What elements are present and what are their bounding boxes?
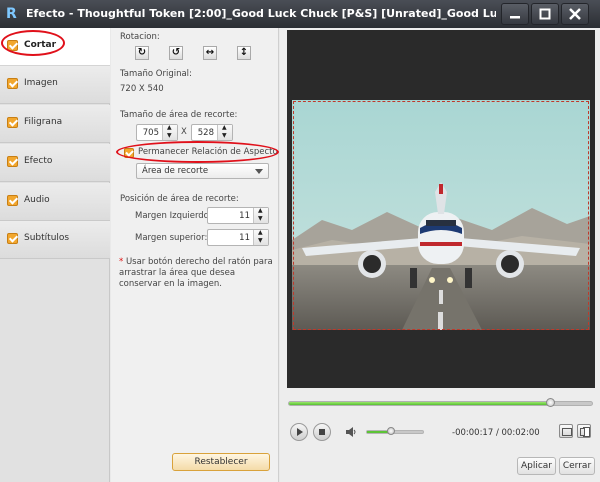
chevron-down-icon: [250, 164, 268, 178]
maximize-icon: [539, 8, 551, 20]
seek-bar-fill: [289, 402, 550, 405]
filigrana-checkbox[interactable]: [7, 117, 18, 128]
crop-area-select-value: Área de recorte: [142, 166, 209, 176]
single-view-button[interactable]: [559, 424, 573, 438]
sidebar-item-efecto[interactable]: Efecto: [0, 144, 110, 182]
crop-frame[interactable]: [293, 101, 589, 330]
efecto-checkbox[interactable]: [7, 156, 18, 167]
size-separator: X: [181, 127, 187, 137]
crop-width-stepper[interactable]: 705: [136, 124, 178, 141]
split-view-button[interactable]: [577, 424, 591, 438]
sidebar-item-subtitulos[interactable]: Subtítulos: [0, 221, 110, 259]
seek-bar[interactable]: [288, 398, 593, 407]
top-margin-value: 11: [239, 233, 250, 243]
close-button[interactable]: [561, 3, 589, 25]
flip-horizontal-button[interactable]: ↔: [203, 46, 217, 60]
highlight-ellipse: [1, 30, 65, 56]
stop-button[interactable]: [313, 423, 331, 441]
flip-vertical-icon: ↕: [239, 47, 249, 58]
apply-button[interactable]: Aplicar: [517, 457, 556, 475]
stepper-arrows-icon[interactable]: [253, 207, 268, 223]
rotation-label: Rotacion:: [120, 32, 160, 42]
subtitulos-checkbox[interactable]: [7, 233, 18, 244]
left-margin-stepper[interactable]: 11: [207, 207, 269, 224]
crop-width-value: 705: [142, 128, 159, 138]
rotate-cw-icon: ↻: [137, 47, 147, 58]
seek-handle[interactable]: [545, 398, 555, 407]
sidebar-item-label: Imagen: [24, 78, 58, 88]
crop-position-label: Posición de área de recorte:: [120, 194, 239, 204]
volume-handle[interactable]: [386, 427, 395, 435]
crop-height-value: 528: [197, 128, 214, 138]
sidebar-item-label: Audio: [24, 195, 50, 205]
crop-settings-panel: Rotacion: ↻ ↺ ↔ ↕ Tamaño Original: 720 X…: [111, 28, 279, 482]
stepper-arrows-icon[interactable]: [217, 124, 232, 140]
reset-button[interactable]: Restablecer: [172, 453, 270, 471]
sidebar-item-label: Filigrana: [24, 117, 63, 127]
crop-area-size-label: Tamaño de área de recorte:: [120, 110, 238, 120]
original-size-label: Tamaño Original:: [120, 69, 192, 79]
rotate-ccw-icon: ↺: [171, 47, 181, 58]
left-margin-value: 11: [239, 211, 250, 221]
audio-checkbox[interactable]: [7, 195, 18, 206]
play-button[interactable]: [290, 423, 308, 441]
close-dialog-button[interactable]: Cerrar: [559, 457, 595, 475]
rotate-cw-button[interactable]: ↻: [135, 46, 149, 60]
top-margin-label: Margen superior:: [135, 233, 208, 243]
app-logo-icon: R: [6, 6, 17, 22]
sidebar-item-label: Efecto: [24, 156, 53, 166]
title-bar: R Efecto - Thoughtful Token [2:00]_Good …: [0, 0, 600, 28]
highlight-ellipse: [116, 141, 279, 163]
note-text: Usar botón derecho del ratón para arrast…: [119, 257, 273, 289]
window-title: Efecto - Thoughtful Token [2:00]_Good Lu…: [26, 7, 496, 20]
maximize-button[interactable]: [531, 3, 559, 25]
top-margin-stepper[interactable]: 11: [207, 229, 269, 246]
original-size-value: 720 X 540: [120, 84, 164, 94]
sidebar-item-filigrana[interactable]: Filigrana: [0, 105, 110, 143]
crop-hint-note: * Usar botón derecho del ratón para arra…: [119, 257, 273, 290]
close-icon: [569, 8, 581, 20]
sidebar-item-label: Subtítulos: [24, 233, 70, 243]
preview-area: -00:00:17 / 00:02:00 Aplicar Cerrar: [280, 28, 600, 482]
flip-vertical-button[interactable]: ↕: [237, 46, 251, 60]
volume-slider[interactable]: [366, 427, 424, 435]
crop-height-stepper[interactable]: 528: [191, 124, 233, 141]
note-star: *: [119, 257, 124, 267]
sidebar-item-imagen[interactable]: Imagen: [0, 66, 110, 104]
time-display: -00:00:17 / 00:02:00: [452, 428, 540, 438]
stepper-arrows-icon[interactable]: [162, 124, 177, 140]
stepper-arrows-icon[interactable]: [253, 229, 268, 245]
minimize-icon: [510, 16, 520, 19]
rotate-ccw-button[interactable]: ↺: [169, 46, 183, 60]
speaker-icon[interactable]: [346, 426, 356, 438]
imagen-checkbox[interactable]: [7, 78, 18, 89]
crop-area-select[interactable]: Área de recorte: [136, 163, 269, 179]
effects-sidebar: Cortar Imagen Filigrana Efecto Audio Sub…: [0, 28, 110, 482]
sidebar-item-audio[interactable]: Audio: [0, 183, 110, 221]
minimize-button[interactable]: [501, 3, 529, 25]
flip-horizontal-icon: ↔: [205, 47, 215, 58]
left-margin-label: Margen Izquierdo:: [135, 211, 212, 221]
video-preview[interactable]: [287, 30, 595, 388]
